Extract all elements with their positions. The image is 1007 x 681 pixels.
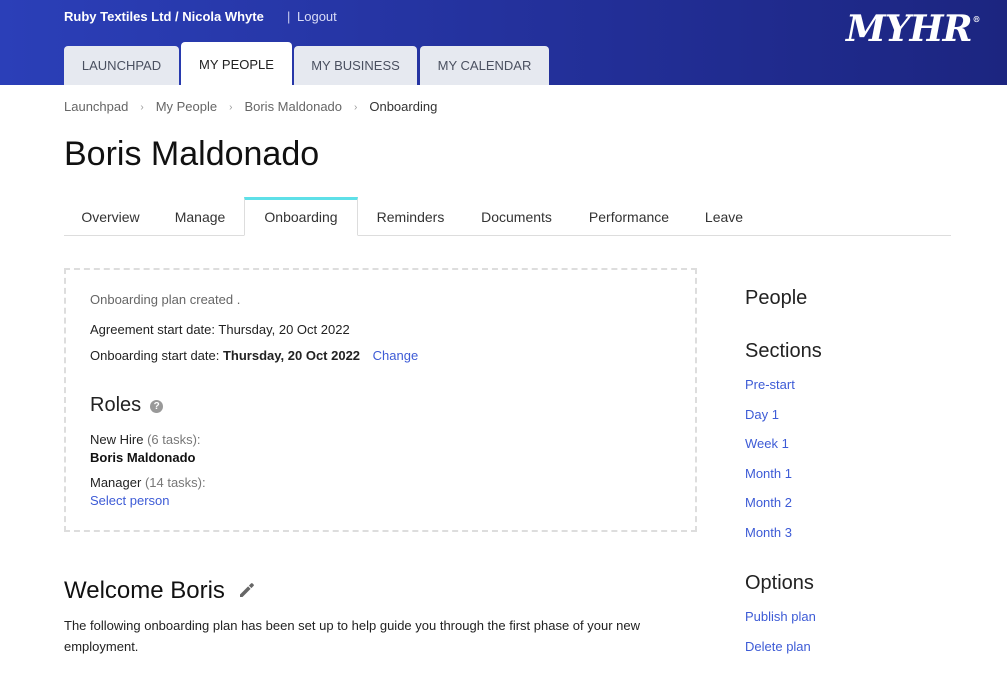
- main-tab-my-people[interactable]: MY PEOPLE: [181, 42, 292, 86]
- people-heading: People: [745, 287, 808, 309]
- breadcrumb-current: Onboarding: [369, 99, 438, 114]
- role-task-count: (6 tasks):: [147, 432, 201, 447]
- page-title: Boris Maldonado: [64, 135, 320, 173]
- section-link-month-1[interactable]: Month 1: [745, 466, 792, 481]
- options-heading: Options: [745, 572, 814, 594]
- roles-title: Roles: [90, 394, 142, 416]
- main-tab-launchpad[interactable]: LAUNCHPAD: [64, 46, 179, 85]
- tab-reminders[interactable]: Reminders: [360, 198, 461, 236]
- help-icon[interactable]: ?: [150, 399, 164, 413]
- tab-overview[interactable]: Overview: [64, 198, 157, 236]
- section-link-day-1[interactable]: Day 1: [745, 407, 779, 422]
- breadcrumb-launchpad[interactable]: Launchpad: [64, 99, 128, 114]
- plan-created-text: Onboarding plan created .: [90, 292, 241, 307]
- account-name: Ruby Textiles Ltd / Nicola Whyte: [64, 9, 264, 24]
- chevron-right-icon: ›: [229, 102, 233, 113]
- agreement-start-value: Thursday, 20 Oct 2022: [218, 322, 350, 337]
- welcome-description: The following onboarding plan has been s…: [64, 618, 641, 654]
- change-date-link[interactable]: Change: [373, 348, 419, 363]
- header-separator: |: [287, 9, 291, 24]
- breadcrumb: Launchpad › My People › Boris Maldonado …: [64, 99, 437, 114]
- chevron-right-icon: ›: [354, 102, 358, 113]
- section-link-week-1[interactable]: Week 1: [745, 436, 789, 451]
- tab-documents[interactable]: Documents: [464, 198, 569, 236]
- publish-plan-link[interactable]: Publish plan: [745, 609, 816, 624]
- role-assigned-person: Boris Maldonado: [90, 450, 196, 465]
- tab-manage[interactable]: Manage: [159, 198, 241, 236]
- section-link-month-3[interactable]: Month 3: [745, 525, 792, 540]
- onboarding-start-value: Thursday, 20 Oct 2022: [222, 348, 361, 363]
- pencil-icon[interactable]: [239, 577, 255, 605]
- select-person-link[interactable]: Select person: [90, 493, 170, 508]
- logout-link[interactable]: Logout: [297, 9, 337, 24]
- section-link-pre-start[interactable]: Pre-start: [745, 377, 795, 392]
- main-tab-my-business[interactable]: MY BUSINESS: [294, 46, 417, 85]
- role-name: Manager: [90, 475, 142, 490]
- breadcrumb-my-people[interactable]: My People: [156, 99, 217, 114]
- welcome-title: Welcome Boris: [64, 577, 225, 604]
- logo-text: MYHR: [846, 8, 972, 50]
- delete-plan-link[interactable]: Delete plan: [745, 639, 811, 654]
- roles-heading: Roles ?: [90, 394, 164, 417]
- role-manager: Manager (14 tasks):: [90, 475, 206, 490]
- role-new-hire: New Hire (6 tasks):: [90, 432, 201, 447]
- tab-onboarding[interactable]: Onboarding: [244, 197, 358, 236]
- agreement-start-date: Agreement start date: Thursday, 20 Oct 2…: [90, 322, 350, 337]
- logo-registered-mark: ®: [972, 14, 980, 24]
- agreement-start-label: Agreement start date:: [90, 322, 216, 337]
- tab-leave[interactable]: Leave: [689, 198, 759, 236]
- chevron-right-icon: ›: [140, 102, 144, 113]
- app-header: Ruby Textiles Ltd / Nicola Whyte | Logou…: [0, 0, 1007, 86]
- onboarding-plan-summary: Onboarding plan created . Agreement star…: [64, 268, 697, 532]
- onboarding-start-date: Onboarding start date: Thursday, 20 Oct …: [90, 348, 418, 363]
- breadcrumb-employee[interactable]: Boris Maldonado: [244, 99, 342, 114]
- sections-heading: Sections: [745, 340, 822, 362]
- employee-tabs: Overview Manage Onboarding Reminders Doc…: [64, 197, 951, 236]
- tab-performance[interactable]: Performance: [572, 198, 686, 236]
- main-tab-my-calendar[interactable]: MY CALENDAR: [420, 46, 549, 85]
- role-task-count: (14 tasks):: [144, 475, 206, 490]
- onboarding-start-label: Onboarding start date:: [90, 348, 220, 363]
- role-name: New Hire: [90, 432, 144, 447]
- myhr-logo[interactable]: MYHR®: [846, 8, 980, 50]
- welcome-heading: Welcome Boris: [64, 577, 255, 605]
- section-link-month-2[interactable]: Month 2: [745, 495, 792, 510]
